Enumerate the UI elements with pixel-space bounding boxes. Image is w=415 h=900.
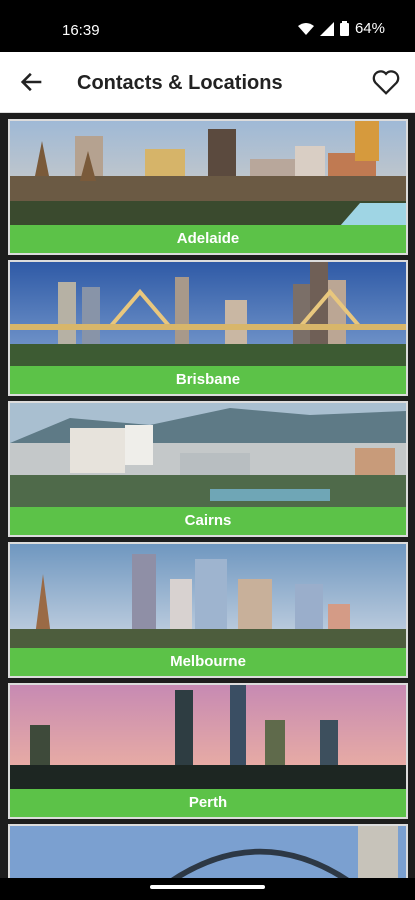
city-photo xyxy=(10,544,406,649)
city-name: Melbourne xyxy=(10,648,406,676)
city-card-melbourne[interactable]: Melbourne xyxy=(8,542,408,678)
city-card-adelaide[interactable]: Adelaide xyxy=(8,119,408,255)
city-card-sydney[interactable] xyxy=(8,824,408,880)
city-name: Brisbane xyxy=(10,366,406,394)
battery-icon xyxy=(339,21,349,36)
home-handle[interactable] xyxy=(150,885,265,889)
city-name: Perth xyxy=(10,789,406,817)
status-icons: 64% xyxy=(297,20,385,37)
city-photo xyxy=(10,262,406,367)
city-photo xyxy=(10,403,406,508)
locations-list[interactable]: Adelaide Brisbane Cairns Melbourne Perth xyxy=(0,113,415,880)
city-photo xyxy=(10,121,406,226)
city-name: Adelaide xyxy=(10,225,406,253)
signal-icon xyxy=(319,21,334,36)
city-card-cairns[interactable]: Cairns xyxy=(8,401,408,537)
heart-outline-icon[interactable] xyxy=(371,67,401,97)
page-title: Contacts & Locations xyxy=(77,72,283,94)
status-time: 16:39 xyxy=(62,22,100,39)
city-card-brisbane[interactable]: Brisbane xyxy=(8,260,408,396)
back-arrow-icon[interactable] xyxy=(18,68,46,96)
city-photo xyxy=(10,826,406,880)
wifi-icon xyxy=(297,22,314,35)
app-header: Contacts & Locations xyxy=(0,52,415,113)
battery-percent: 64% xyxy=(354,20,385,37)
city-card-perth[interactable]: Perth xyxy=(8,683,408,819)
status-bar: 16:39 64% xyxy=(0,0,415,52)
city-photo xyxy=(10,685,406,790)
city-name: Cairns xyxy=(10,507,406,535)
navigation-bar xyxy=(0,878,415,900)
